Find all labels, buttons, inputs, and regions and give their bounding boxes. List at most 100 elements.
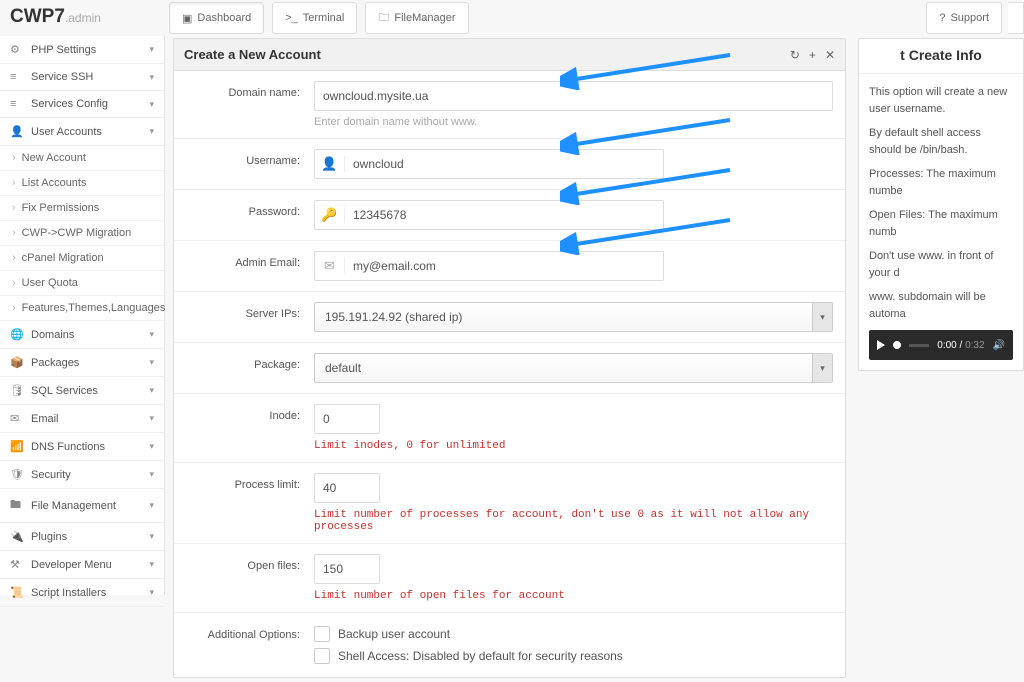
add-icon[interactable]: + (809, 48, 816, 62)
nav-services-config[interactable]: ≡Services Config▾ (0, 91, 164, 118)
checkbox-icon (314, 626, 330, 642)
checkbox-icon (314, 648, 330, 664)
create-account-panel: Create a New Account ↻ + ✕ Domain name: … (173, 38, 846, 678)
tool-icon: ⚒ (10, 558, 24, 571)
caret-icon: ▾ (149, 329, 154, 340)
progress-track[interactable] (909, 344, 929, 347)
tab-label: Terminal (303, 12, 345, 24)
process-note: Limit number of processes for account, d… (314, 509, 833, 533)
audio-player[interactable]: 0:00 / 0:32 🔊 (869, 330, 1013, 360)
package-value: default (325, 361, 361, 375)
sidebar: ⚙PHP Settings▾ ≡Service SSH▾ ≡Services C… (0, 36, 165, 595)
domain-label: Domain name: (174, 81, 314, 99)
inode-input[interactable] (315, 405, 486, 433)
volume-icon[interactable]: 🔊 (993, 338, 1005, 353)
nav-security[interactable]: 🛡Security▾ (0, 461, 164, 489)
tab-filemanager[interactable]: 🗀 FileManager (365, 2, 468, 34)
panel-title: Create a New Account (184, 47, 321, 62)
nav-sql-services[interactable]: 🛢SQL Services▾ (0, 377, 164, 405)
username-label: Username: (174, 149, 314, 167)
package-icon: 📦 (10, 356, 24, 369)
caret-icon: ▾ (149, 559, 154, 570)
openfiles-input[interactable] (315, 555, 486, 583)
help-icon: ? (939, 12, 945, 24)
progress-thumb[interactable] (893, 341, 901, 349)
terminal-icon: >_ (285, 12, 298, 24)
backup-checkbox-row[interactable]: Backup user account (314, 623, 833, 645)
shell-checkbox-row[interactable]: Shell Access: Disabled by default for se… (314, 645, 833, 667)
plug-icon: 🔌 (10, 530, 24, 543)
subnav-new-account[interactable]: New Account (0, 146, 164, 171)
serverip-value: 195.191.24.92 (shared ip) (325, 310, 462, 324)
subnav-list-accounts[interactable]: List Accounts (0, 171, 164, 196)
mail-icon: ✉ (315, 258, 345, 274)
additional-label: Additional Options: (174, 623, 314, 641)
caret-icon: ▾ (149, 587, 154, 598)
user-icon: 👤 (315, 156, 345, 172)
signal-icon: 📶 (10, 440, 24, 453)
database-icon: 🛢 (10, 384, 24, 397)
subnav-features-themes[interactable]: Features,Themes,Languages (0, 296, 164, 321)
nav-php-settings[interactable]: ⚙PHP Settings▾ (0, 36, 164, 64)
username-input[interactable] (345, 150, 663, 178)
nav-script-installers[interactable]: 📜Script Installers▾ (0, 579, 164, 607)
chevron-down-icon: ▾ (812, 354, 832, 382)
password-label: Password: (174, 200, 314, 218)
reload-icon[interactable]: ↻ (790, 48, 800, 62)
mail-icon: ✉ (10, 412, 24, 425)
list-icon: ≡ (10, 98, 24, 110)
subnav-cpanel-migration[interactable]: cPanel Migration (0, 246, 164, 271)
caret-icon: ▾ (149, 531, 154, 542)
folder-icon: 🗀 (378, 9, 389, 28)
process-input[interactable] (315, 474, 486, 502)
tab-terminal[interactable]: >_ Terminal (272, 2, 357, 34)
key-icon: 🔑 (315, 207, 345, 223)
caret-icon: ▾ (149, 126, 154, 137)
email-input[interactable] (345, 252, 663, 280)
truncated-button[interactable] (1008, 2, 1024, 34)
info-column: t Create Info This option will create a … (854, 36, 1024, 595)
serverip-label: Server IPs: (174, 302, 314, 320)
package-label: Package: (174, 353, 314, 371)
password-input[interactable] (345, 201, 663, 229)
nav-developer-menu[interactable]: ⚒Developer Menu▾ (0, 551, 164, 579)
support-button[interactable]: ? Support (926, 2, 1002, 34)
dashboard-icon: ▣ (182, 12, 192, 25)
top-bar: CWP7.admin ▣ Dashboard >_ Terminal 🗀 Fil… (0, 0, 1024, 36)
tab-dashboard[interactable]: ▣ Dashboard (169, 2, 264, 34)
domain-input-wrap (314, 81, 833, 111)
panel-header: Create a New Account ↻ + ✕ (174, 39, 845, 71)
tab-label: Dashboard (197, 12, 251, 24)
nav-dns-functions[interactable]: 📶DNS Functions▾ (0, 433, 164, 461)
nav-packages[interactable]: 📦Packages▾ (0, 349, 164, 377)
subnav-user-quota[interactable]: User Quota (0, 271, 164, 296)
brand: CWP7.admin (0, 0, 165, 36)
tab-label: FileManager (394, 12, 455, 24)
inode-label: Inode: (174, 404, 314, 422)
openfiles-note: Limit number of open files for account (314, 590, 833, 602)
info-panel: t Create Info This option will create a … (858, 38, 1024, 371)
nav-domains[interactable]: 🌐Domains▾ (0, 321, 164, 349)
caret-icon: ▾ (149, 72, 154, 83)
domain-input[interactable] (315, 82, 832, 110)
nav-service-ssh[interactable]: ≡Service SSH▾ (0, 64, 164, 91)
play-icon[interactable] (877, 340, 885, 350)
list-icon: ≡ (10, 71, 24, 83)
serverip-select[interactable]: 195.191.24.92 (shared ip) ▾ (314, 302, 833, 332)
caret-icon: ▾ (149, 99, 154, 110)
caret-icon: ▾ (149, 469, 154, 480)
package-select[interactable]: default ▾ (314, 353, 833, 383)
gear-icon: ⚙ (10, 43, 24, 56)
caret-icon: ▾ (149, 500, 154, 511)
nav-user-accounts[interactable]: 👤User Accounts▾ (0, 118, 164, 146)
subnav-fix-permissions[interactable]: Fix Permissions (0, 196, 164, 221)
audio-time: 0:00 / 0:32 (937, 338, 984, 353)
caret-icon: ▾ (149, 357, 154, 368)
nav-email[interactable]: ✉Email▾ (0, 405, 164, 433)
nav-plugins[interactable]: 🔌Plugins▾ (0, 523, 164, 551)
close-icon[interactable]: ✕ (825, 48, 835, 62)
files-icon: 🖿 (10, 496, 24, 515)
nav-file-management[interactable]: 🖿File Management▾ (0, 489, 164, 523)
subnav-cwp-migration[interactable]: CWP->CWP Migration (0, 221, 164, 246)
shield-icon: 🛡 (10, 468, 24, 481)
